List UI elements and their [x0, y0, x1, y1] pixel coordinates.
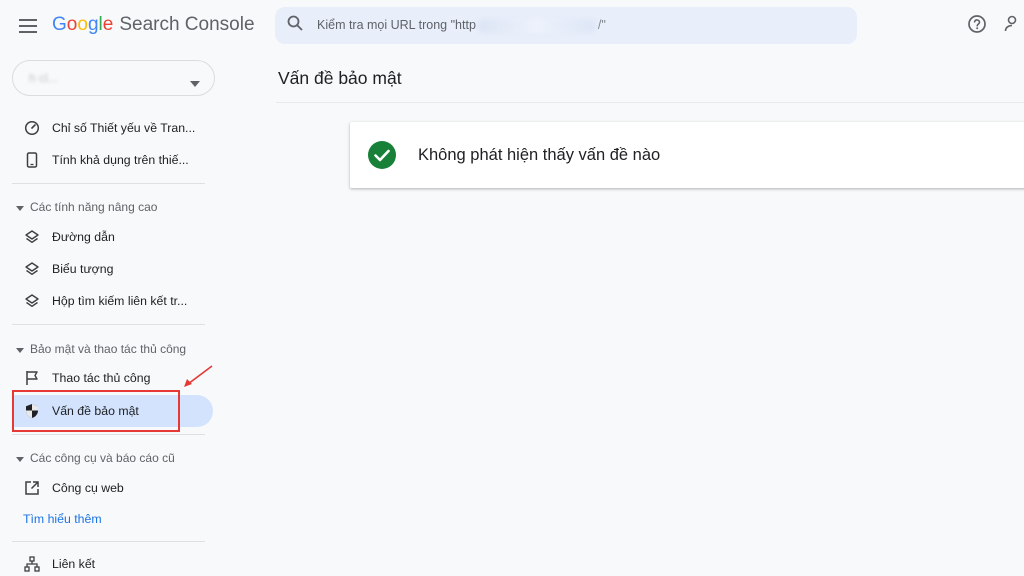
status-message: Không phát hiện thấy vấn đề nào	[418, 145, 661, 164]
open-external-icon	[24, 480, 40, 496]
section-label: Các tính năng nâng cao	[30, 200, 158, 214]
caret-down-icon	[190, 74, 200, 92]
section-label: Bảo mật và thao tác thủ công	[30, 342, 187, 356]
google-wordmark: Google	[52, 14, 114, 35]
status-card: Không phát hiện thấy vấn đề nào	[350, 122, 1024, 188]
search-placeholder: Kiểm tra mọi URL trong "http/"	[317, 18, 606, 33]
annotation-highlight-box	[12, 390, 180, 432]
section-legacy-tools[interactable]: Các công cụ và báo cáo cũ	[16, 449, 175, 467]
sidebar-divider	[12, 434, 205, 435]
collapse-caret-icon	[16, 449, 24, 467]
layers-icon	[24, 293, 40, 309]
section-enhancements[interactable]: Các tính năng nâng cao	[16, 198, 157, 216]
gauge-icon	[24, 120, 40, 136]
sidebar-item-web-tools[interactable]: Công cụ web	[12, 472, 213, 504]
layers-icon	[24, 229, 40, 245]
top-app-bar: Google Search Console Kiểm tra mọi URL t…	[0, 0, 1024, 52]
sidebar-item-label: Đường dẫn	[52, 230, 115, 244]
hamburger-menu-icon[interactable]	[14, 12, 42, 40]
sidebar-item-core-web-vitals[interactable]: Chỉ số Thiết yếu về Tran...	[12, 112, 213, 144]
property-name: h cl...	[29, 71, 58, 85]
sidebar-item-links[interactable]: Liên kết	[12, 548, 213, 576]
sidebar-item-label: Hộp tìm kiếm liên kết tr...	[52, 294, 188, 308]
url-inspection-search[interactable]: Kiểm tra mọi URL trong "http/"	[275, 7, 857, 44]
sidebar-item-breadcrumbs[interactable]: Đường dẫn	[12, 221, 213, 253]
app-logo[interactable]: Google Search Console	[52, 14, 255, 36]
sidebar-item-label: Liên kết	[52, 557, 96, 571]
sidebar-item-label: Chỉ số Thiết yếu về Tran...	[52, 121, 196, 135]
product-name: Search Console	[119, 14, 255, 35]
sitemap-icon	[24, 556, 40, 572]
manage-users-icon[interactable]	[1004, 14, 1024, 38]
collapse-caret-icon	[16, 198, 24, 216]
sidebar-divider	[12, 183, 205, 184]
learn-more-link[interactable]: Tìm hiểu thêm	[23, 512, 102, 526]
sidebar-item-label: Công cụ web	[52, 481, 124, 495]
sidebar-item-label: Biểu tượng	[52, 262, 114, 276]
sidebar-divider	[12, 541, 205, 542]
flag-icon	[24, 370, 40, 386]
title-divider	[276, 102, 1024, 103]
collapse-caret-icon	[16, 340, 24, 358]
sidebar-item-sitelinks-searchbox[interactable]: Hộp tìm kiếm liên kết tr...	[12, 285, 213, 317]
blurred-url	[477, 18, 596, 33]
check-circle-icon	[368, 141, 396, 169]
annotation-arrow-icon	[184, 365, 213, 387]
sidebar-item-logos[interactable]: Biểu tượng	[12, 253, 213, 285]
page-title: Vấn đề bảo mật	[278, 68, 402, 88]
help-icon[interactable]	[967, 14, 991, 38]
property-selector[interactable]: h cl...	[12, 60, 215, 96]
smartphone-icon	[24, 152, 40, 168]
search-icon	[287, 15, 303, 36]
sidebar-item-mobile-usability[interactable]: Tính khả dụng trên thiế...	[12, 144, 213, 176]
section-security-manual-actions[interactable]: Bảo mật và thao tác thủ công	[16, 340, 186, 358]
layers-icon	[24, 261, 40, 277]
sidebar-item-label: Thao tác thủ công	[52, 371, 151, 385]
section-label: Các công cụ và báo cáo cũ	[30, 451, 175, 465]
sidebar-divider	[12, 324, 205, 325]
sidebar-item-label: Tính khả dụng trên thiế...	[52, 153, 189, 167]
